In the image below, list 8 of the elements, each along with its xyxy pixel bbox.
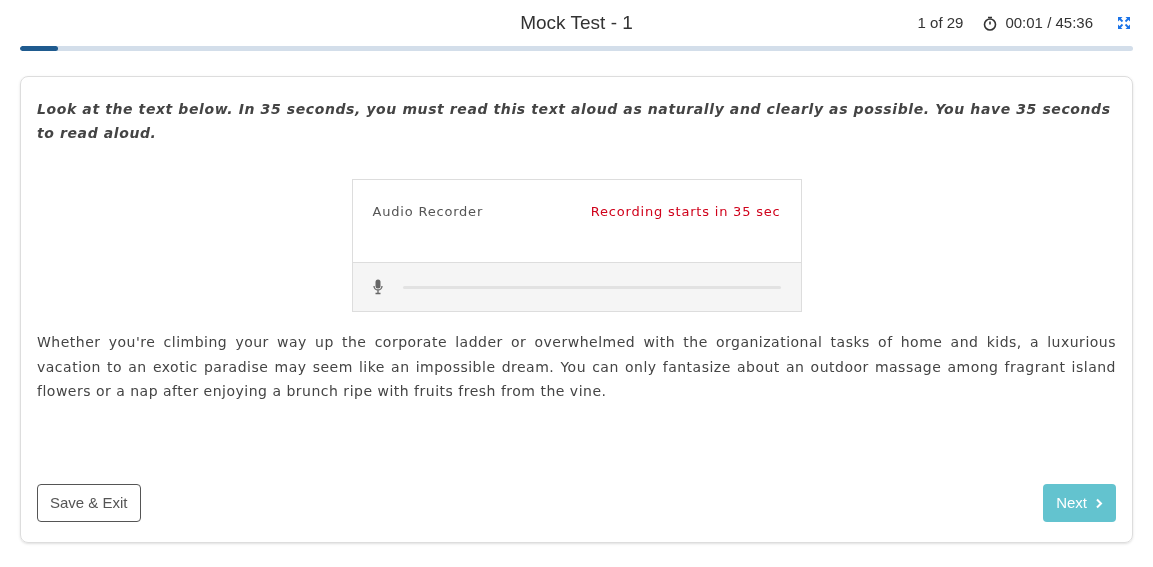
question-counter: 1 of 29 <box>917 12 964 33</box>
recorder-title: Audio Recorder <box>372 203 484 221</box>
passage-text: Whether you're climbing your way up the corporate ladder or overwhelmed with the organizational tasks of home and kids, a luxurious vacation to an exotic paradise may seem like an impossible dream. You can only fantasize about an outdoor massage among fragrant island flowers or a nap after enjoying a brunch ripe with fruits fresh from the vine. <box>37 333 1116 401</box>
test-title: Mock Test - 1 <box>520 10 633 35</box>
instruction-text: Look at the text below. In 35 seconds, you must read this text aloud as naturally and clearly as possible. You have 35 seconds to read aloud. <box>37 100 1112 143</box>
save-exit-button[interactable]: Save & Exit <box>37 484 141 522</box>
timer: 00:01 / 45:36 <box>1005 12 1093 33</box>
recording-status: Recording starts in 35 sec <box>590 203 781 221</box>
